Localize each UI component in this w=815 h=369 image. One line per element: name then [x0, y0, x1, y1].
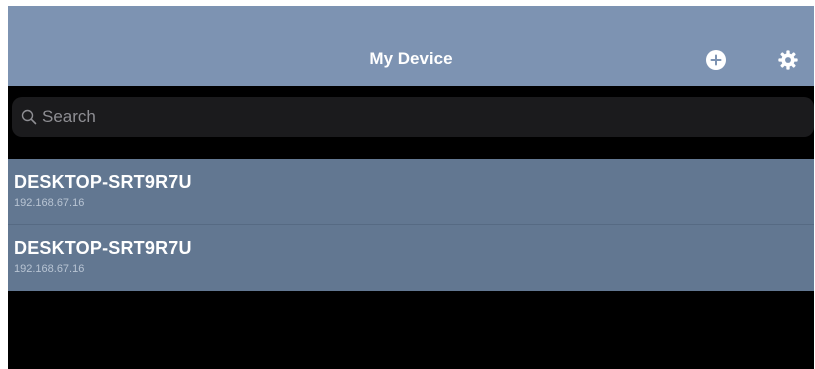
device-row[interactable]: DESKTOP-SRT9R7U 192.168.67.16 [8, 225, 814, 291]
search-icon [21, 109, 37, 125]
device-name: DESKTOP-SRT9R7U [14, 172, 192, 192]
device-list: DESKTOP-SRT9R7U 192.168.67.16 DESKTOP-SR… [8, 159, 814, 291]
device-name: DESKTOP-SRT9R7U [14, 238, 192, 258]
settings-button[interactable] [777, 49, 799, 71]
device-ip: 192.168.67.16 [14, 263, 85, 275]
add-device-button[interactable] [705, 49, 727, 71]
search-bar[interactable] [12, 97, 814, 137]
device-ip: 192.168.67.16 [14, 197, 85, 209]
plus-circle-icon [706, 50, 726, 70]
device-row[interactable]: DESKTOP-SRT9R7U 192.168.67.16 [8, 159, 814, 225]
navigation-bar: My Device [8, 6, 814, 86]
search-input[interactable] [42, 97, 782, 137]
app-screen: My Device Search DESKTOP-SRT9R7U 192.168… [8, 6, 814, 369]
page-title: My Device [369, 49, 453, 68]
gear-icon [778, 50, 798, 70]
